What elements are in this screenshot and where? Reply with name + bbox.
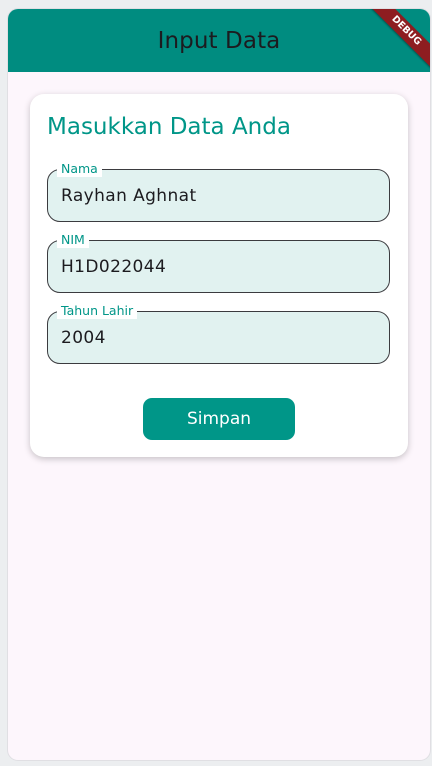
app-screen: Input Data DEBUG Masukkan Data Anda Nama…	[8, 9, 430, 760]
birth-year-field[interactable]: Tahun Lahir	[47, 303, 390, 364]
form-title: Masukkan Data Anda	[47, 114, 291, 140]
save-button[interactable]: Simpan	[143, 398, 295, 440]
nim-field[interactable]: NIM	[47, 232, 390, 293]
birth-year-input[interactable]	[61, 325, 371, 351]
name-field[interactable]: Nama	[47, 161, 390, 222]
nim-field-label: NIM	[57, 232, 89, 248]
app-bar: Input Data	[8, 9, 430, 72]
nim-input[interactable]	[61, 254, 371, 280]
app-bar-title: Input Data	[157, 27, 281, 54]
form-card: Masukkan Data Anda Nama NIM Tahun Lahir …	[30, 94, 408, 457]
name-input[interactable]	[61, 183, 371, 209]
name-field-label: Nama	[57, 161, 102, 177]
birth-year-field-label: Tahun Lahir	[57, 303, 138, 319]
